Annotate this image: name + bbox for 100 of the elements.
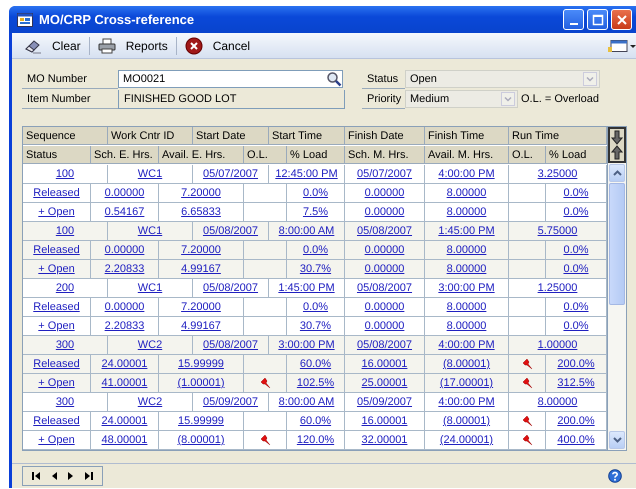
link-cell[interactable]: 1.25000 xyxy=(509,279,607,298)
link-cell[interactable]: 48.00001 xyxy=(91,431,159,450)
link-cell[interactable]: 3:00:00 PM xyxy=(269,336,345,355)
link-cell[interactable]: 0.0% xyxy=(287,241,345,260)
priority-dropdown[interactable]: Medium xyxy=(405,90,518,108)
scrollbar[interactable] xyxy=(608,163,626,450)
window-menu-icon[interactable] xyxy=(608,38,636,52)
link-cell[interactable]: 0.0% xyxy=(546,203,607,222)
link-cell[interactable]: WC1 xyxy=(108,222,193,241)
link-cell[interactable]: 0.00000 xyxy=(91,241,159,260)
help-icon[interactable] xyxy=(608,469,622,483)
link-cell[interactable]: WC2 xyxy=(108,393,193,412)
link-cell[interactable]: (17.00001) xyxy=(425,374,509,393)
link-cell[interactable]: 25.00001 xyxy=(345,374,425,393)
link-cell[interactable]: 32.00001 xyxy=(345,431,425,450)
link-cell[interactable]: 16.00001 xyxy=(345,355,425,374)
link-cell[interactable]: 0.00000 xyxy=(345,317,425,336)
link-cell[interactable]: 0.00000 xyxy=(345,184,425,203)
close-button[interactable] xyxy=(611,9,632,30)
link-cell[interactable]: 7.20000 xyxy=(159,241,244,260)
link-cell[interactable]: 1:45:00 PM xyxy=(425,222,509,241)
link-cell[interactable]: 05/09/2007 xyxy=(193,393,269,412)
link-cell[interactable]: 8.00000 xyxy=(425,241,509,260)
link-cell[interactable]: 0.00000 xyxy=(345,298,425,317)
link-cell[interactable]: 8.00000 xyxy=(425,203,509,222)
link-cell[interactable]: (8.00001) xyxy=(425,412,509,431)
link-cell[interactable]: 1.00000 xyxy=(509,336,607,355)
link-cell[interactable]: 8:00:00 AM xyxy=(269,222,345,241)
link-cell[interactable]: 12:45:00 PM xyxy=(269,165,345,184)
link-cell[interactable]: 2.20833 xyxy=(91,260,159,279)
link-cell[interactable]: 200.0% xyxy=(546,355,607,374)
link-cell[interactable]: 24.00001 xyxy=(91,412,159,431)
link-cell[interactable]: 102.5% xyxy=(287,374,345,393)
link-cell[interactable]: 60.0% xyxy=(287,355,345,374)
link-cell[interactable]: WC2 xyxy=(108,336,193,355)
link-cell[interactable]: 0.0% xyxy=(287,298,345,317)
link-cell[interactable]: 312.5% xyxy=(546,374,607,393)
link-cell[interactable]: Released xyxy=(23,412,91,431)
link-cell[interactable]: Released xyxy=(23,184,91,203)
link-cell[interactable]: 4:00:00 PM xyxy=(425,336,509,355)
link-cell[interactable]: 7.20000 xyxy=(159,298,244,317)
link-cell[interactable]: + Open xyxy=(23,374,91,393)
expand-collapse-button[interactable] xyxy=(608,127,626,163)
link-cell[interactable]: Released xyxy=(23,241,91,260)
link-cell[interactable]: 0.0% xyxy=(287,184,345,203)
link-cell[interactable]: 0.0% xyxy=(546,241,607,260)
scroll-up-icon[interactable] xyxy=(612,170,622,176)
link-cell[interactable]: Released xyxy=(23,298,91,317)
link-cell[interactable]: 8.00000 xyxy=(425,298,509,317)
link-cell[interactable]: 8.00000 xyxy=(425,317,509,336)
next-record-icon[interactable] xyxy=(67,471,75,481)
search-icon[interactable] xyxy=(326,71,342,87)
link-cell[interactable]: 05/08/2007 xyxy=(345,222,425,241)
link-cell[interactable]: 0.00000 xyxy=(91,298,159,317)
link-cell[interactable]: 05/07/2007 xyxy=(193,165,269,184)
link-cell[interactable]: 1:45:00 PM xyxy=(269,279,345,298)
link-cell[interactable]: 05/08/2007 xyxy=(193,222,269,241)
link-cell[interactable]: 24.00001 xyxy=(91,355,159,374)
link-cell[interactable]: 200 xyxy=(23,279,108,298)
link-cell[interactable]: 8.00000 xyxy=(425,184,509,203)
link-cell[interactable]: 05/07/2007 xyxy=(345,165,425,184)
link-cell[interactable]: 30.7% xyxy=(287,260,345,279)
link-cell[interactable]: 0.00000 xyxy=(91,184,159,203)
link-cell[interactable]: + Open xyxy=(23,203,91,222)
toolbar-button[interactable]: Clear xyxy=(16,34,89,56)
link-cell[interactable]: 7.20000 xyxy=(159,184,244,203)
link-cell[interactable]: 0.00000 xyxy=(345,260,425,279)
link-cell[interactable]: WC1 xyxy=(108,165,193,184)
link-cell[interactable]: 30.7% xyxy=(287,317,345,336)
link-cell[interactable]: 7.5% xyxy=(287,203,345,222)
link-cell[interactable]: 05/08/2007 xyxy=(193,336,269,355)
scroll-down-icon[interactable] xyxy=(612,437,622,443)
link-cell[interactable]: 05/08/2007 xyxy=(345,336,425,355)
link-cell[interactable]: 3.25000 xyxy=(509,165,607,184)
link-cell[interactable]: 0.00000 xyxy=(345,203,425,222)
link-cell[interactable]: + Open xyxy=(23,431,91,450)
link-cell[interactable]: 60.0% xyxy=(287,412,345,431)
link-cell[interactable]: 8.00000 xyxy=(425,260,509,279)
link-cell[interactable]: 05/09/2007 xyxy=(345,393,425,412)
link-cell[interactable]: (8.00001) xyxy=(425,355,509,374)
link-cell[interactable]: 4.99167 xyxy=(159,317,244,336)
toolbar-button[interactable]: Reports xyxy=(90,34,176,56)
link-cell[interactable]: 41.00001 xyxy=(91,374,159,393)
link-cell[interactable]: 0.0% xyxy=(546,184,607,203)
link-cell[interactable]: 16.00001 xyxy=(345,412,425,431)
link-cell[interactable]: 05/08/2007 xyxy=(193,279,269,298)
link-cell[interactable]: 100 xyxy=(23,222,108,241)
link-cell[interactable]: 3:00:00 PM xyxy=(425,279,509,298)
maximize-button[interactable] xyxy=(587,9,608,30)
link-cell[interactable]: 0.00000 xyxy=(345,241,425,260)
toolbar-button[interactable]: Cancel xyxy=(176,34,258,56)
link-cell[interactable]: 8.00000 xyxy=(509,393,607,412)
link-cell[interactable]: 0.0% xyxy=(546,317,607,336)
link-cell[interactable]: 4.99167 xyxy=(159,260,244,279)
link-cell[interactable]: 4:00:00 PM xyxy=(425,393,509,412)
link-cell[interactable]: 200.0% xyxy=(546,412,607,431)
link-cell[interactable]: 8:00:00 AM xyxy=(269,393,345,412)
link-cell[interactable]: (24.00001) xyxy=(425,431,509,450)
link-cell[interactable]: WC1 xyxy=(108,279,193,298)
link-cell[interactable]: 300 xyxy=(23,393,108,412)
